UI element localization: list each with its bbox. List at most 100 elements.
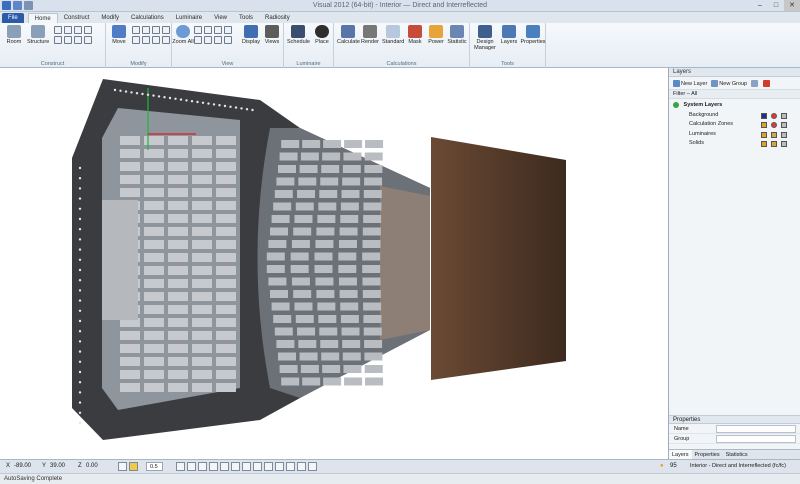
visibility-icon[interactable] [771, 112, 777, 119]
zoom-next-icon[interactable] [286, 462, 295, 471]
tab-statistics[interactable]: Statistics [723, 450, 751, 459]
polygon-tool-icon[interactable] [74, 26, 82, 34]
tab-construct[interactable]: Construct [58, 13, 96, 23]
zoom-window-icon[interactable] [204, 26, 212, 34]
tab-calculations[interactable]: Calculations [125, 13, 170, 23]
layer-color-icon[interactable] [761, 141, 767, 147]
property-name-field[interactable] [716, 425, 796, 433]
grid-icon[interactable] [231, 462, 240, 471]
zoom-value[interactable]: 0.5 [146, 462, 163, 471]
pencil-icon[interactable] [771, 141, 777, 147]
room-button[interactable]: Room [3, 25, 25, 45]
zoom-all-button[interactable]: Zoom All [172, 25, 194, 45]
lock-icon[interactable] [781, 122, 787, 128]
render-status-icon[interactable] [297, 462, 306, 471]
new-group-button[interactable]: New Group [711, 79, 747, 87]
visibility-icon[interactable] [771, 122, 777, 128]
snap-icon[interactable] [129, 462, 138, 471]
drawing-canvas[interactable] [0, 68, 668, 459]
tab-radiosity[interactable]: Radiosity [259, 13, 296, 23]
mask-button[interactable]: Mask [404, 25, 426, 45]
spline-tool-icon[interactable] [84, 36, 92, 44]
array-tool-icon[interactable] [132, 36, 140, 44]
design-manager-button[interactable]: Design Manager [473, 25, 497, 51]
calculate-icon [341, 25, 355, 38]
zoom-prev-icon[interactable] [275, 462, 284, 471]
screenshot-icon[interactable] [308, 462, 317, 471]
perpendicular-icon[interactable] [220, 462, 229, 471]
statistic-button[interactable]: Statistic [446, 25, 468, 45]
zoom-out-icon[interactable] [224, 26, 232, 34]
property-group-select[interactable] [716, 435, 796, 443]
copy-tool-icon[interactable] [132, 26, 140, 34]
scale-tool-icon[interactable] [162, 26, 170, 34]
circle-snap-icon[interactable] [198, 462, 207, 471]
layer-filter[interactable]: Filter – All [669, 90, 800, 99]
layer-row[interactable]: Luminaires [673, 130, 800, 140]
mirror-tool-icon[interactable] [152, 26, 160, 34]
power-button[interactable]: Power [425, 25, 447, 45]
lock-icon[interactable] [781, 141, 787, 147]
standard-button[interactable]: Standard [382, 25, 404, 45]
zoom-out-status-icon[interactable] [264, 462, 273, 471]
explode-tool-icon[interactable] [162, 36, 170, 44]
ortho-icon[interactable] [118, 462, 127, 471]
lock-icon[interactable] [781, 131, 787, 138]
tab-file[interactable]: File [2, 13, 24, 23]
layer-color-icon[interactable] [761, 131, 767, 138]
pencil-icon[interactable] [771, 131, 777, 138]
layers-button[interactable]: Layers [498, 25, 520, 45]
properties-button[interactable]: Properties [520, 25, 546, 45]
zoom-in-icon[interactable] [214, 26, 222, 34]
lock-icon[interactable] [781, 112, 787, 119]
layer-row[interactable]: Calculation Zones [673, 120, 800, 130]
zoom-in-status-icon[interactable] [253, 462, 262, 471]
trim-tool-icon[interactable] [142, 36, 150, 44]
cross-snap-icon[interactable] [209, 462, 218, 471]
layer-row[interactable]: Background [673, 111, 800, 121]
rectangle-tool-icon[interactable] [54, 26, 62, 34]
tab-luminaire[interactable]: Luminaire [170, 13, 208, 23]
display-button[interactable]: Display [240, 25, 262, 45]
delete-layer-icon[interactable] [763, 79, 771, 87]
layer-color-icon[interactable] [761, 112, 767, 119]
views-button[interactable]: Views [261, 25, 283, 45]
view-side-icon[interactable] [224, 36, 232, 44]
tab-layers[interactable]: Layers [669, 450, 692, 459]
close-button[interactable]: ✕ [784, 0, 800, 11]
layer-color-icon[interactable] [761, 122, 767, 128]
zoom-window-status-icon[interactable] [242, 462, 251, 471]
layer-row[interactable]: Solids [673, 139, 800, 149]
arc-tool-icon[interactable] [64, 36, 72, 44]
move-button[interactable]: Move [108, 25, 130, 45]
seat [144, 136, 164, 145]
new-layer-button[interactable]: New Layer [673, 79, 707, 87]
copy-layer-icon[interactable] [751, 79, 759, 87]
maximize-button[interactable]: □ [768, 0, 784, 11]
tab-properties[interactable]: Properties [692, 450, 723, 459]
light-dot [78, 381, 82, 384]
tab-home[interactable]: Home [27, 13, 58, 23]
orbit-icon[interactable] [194, 36, 202, 44]
offset-tool-icon[interactable] [152, 36, 160, 44]
system-layers-row[interactable]: System Layers [673, 101, 800, 111]
line-snap-icon[interactable] [176, 462, 185, 471]
minimize-button[interactable]: – [752, 0, 768, 11]
render-button[interactable]: Render [359, 25, 381, 45]
tab-view[interactable]: View [208, 13, 233, 23]
rotate-tool-icon[interactable] [142, 26, 150, 34]
pan-tool-icon[interactable] [194, 26, 202, 34]
circle-tool-icon[interactable] [64, 26, 72, 34]
angle-snap-icon[interactable] [187, 462, 196, 471]
schedule-button[interactable]: Schedule [287, 25, 310, 45]
view-front-icon[interactable] [204, 36, 212, 44]
calculate-button[interactable]: Calculate [337, 25, 360, 45]
view-top-icon[interactable] [214, 36, 222, 44]
line-tool-icon[interactable] [54, 36, 62, 44]
polyline-tool-icon[interactable] [74, 36, 82, 44]
point-tool-icon[interactable] [84, 26, 92, 34]
tab-modify[interactable]: Modify [95, 13, 125, 23]
structure-button[interactable]: Structure [27, 25, 49, 45]
tab-tools[interactable]: Tools [233, 13, 259, 23]
place-button[interactable]: Place [311, 25, 333, 45]
